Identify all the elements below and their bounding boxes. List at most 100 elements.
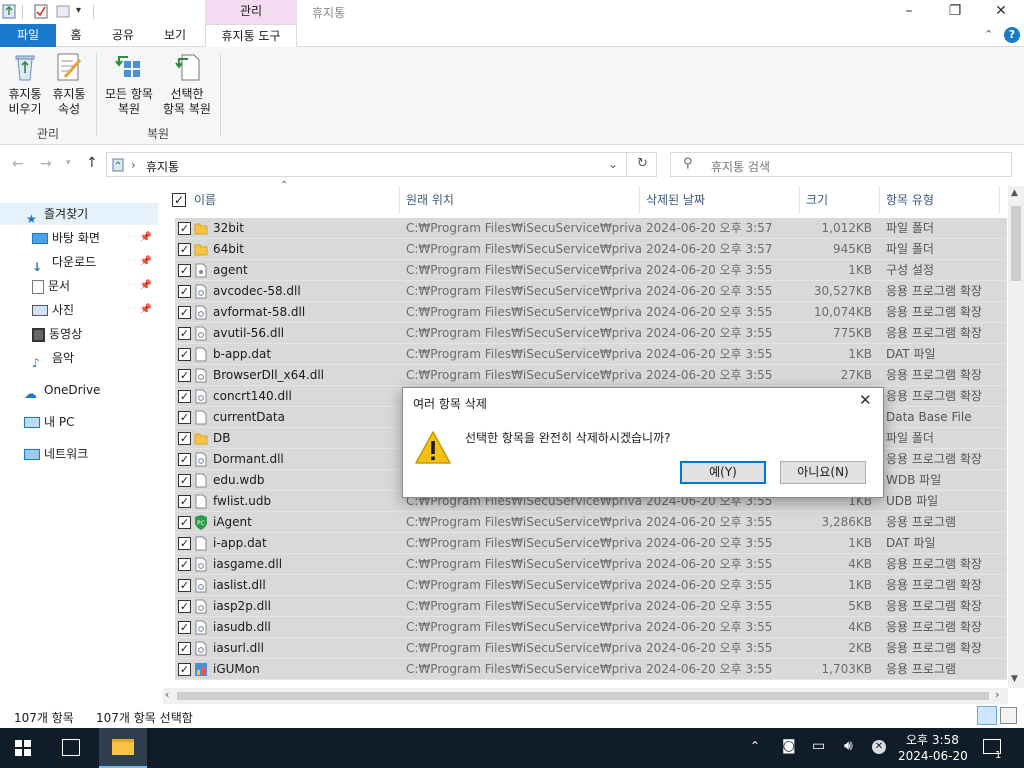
close-icon[interactable]: ✕ bbox=[978, 0, 1024, 24]
show-hidden-icons-icon[interactable]: ⌃ bbox=[750, 739, 760, 753]
table-row[interactable]: ✓ iaslist.dll C:₩Program Files₩iSecuServic… bbox=[175, 575, 1007, 596]
nav-documents[interactable]: 문서 📌 bbox=[0, 275, 158, 297]
row-checkbox[interactable]: ✓ bbox=[178, 411, 191, 424]
select-all-checkbox[interactable]: ✓ bbox=[172, 193, 186, 207]
table-row[interactable]: ✓ iasurl.dll C:₩Program Files₩iSecuService… bbox=[175, 638, 1007, 659]
column-original-location[interactable]: 원래 위치 bbox=[400, 186, 640, 214]
table-row[interactable]: ✓ BrowserDll_x64.dll C:₩Program Files₩iSec… bbox=[175, 365, 1007, 386]
table-row[interactable]: ✓ 64bit C:₩Program Files₩iSecuService₩priv… bbox=[175, 239, 1007, 260]
column-size[interactable]: 크기 bbox=[800, 186, 880, 214]
new-folder-quick-icon[interactable] bbox=[56, 4, 70, 19]
clock-date[interactable]: 2024-06-20 bbox=[898, 749, 968, 763]
forward-arrow-icon[interactable]: → bbox=[40, 156, 52, 172]
row-checkbox[interactable]: ✓ bbox=[178, 264, 191, 277]
no-button[interactable]: 아니요(N) bbox=[780, 461, 866, 484]
up-arrow-icon[interactable]: ↑ bbox=[86, 155, 98, 171]
nav-onedrive[interactable]: ☁ OneDrive bbox=[0, 379, 158, 402]
table-row[interactable]: ✓ agent C:₩Program Files₩iSecuService₩priv… bbox=[175, 260, 1007, 281]
row-checkbox[interactable]: ✓ bbox=[178, 579, 191, 592]
table-row[interactable]: ✓ b-app.dat C:₩Program Files₩iSecuService₩… bbox=[175, 344, 1007, 365]
collapse-ribbon-icon[interactable]: ⌃ bbox=[984, 28, 993, 41]
table-row[interactable]: ✓ 32bit C:₩Program Files₩iSecuService₩priv… bbox=[175, 218, 1007, 239]
horizontal-scrollbar[interactable]: ‹ › bbox=[163, 688, 1008, 704]
nav-downloads[interactable]: ↓ 다운로드 📌 bbox=[0, 251, 158, 274]
scroll-left-icon[interactable]: ‹ bbox=[165, 688, 169, 701]
table-row[interactable]: ✓ avformat-58.dll C:₩Program Files₩iSecuSe… bbox=[175, 302, 1007, 323]
tab-recycle-bin-tools[interactable]: 휴지통 도구 bbox=[205, 24, 297, 48]
pin-icon[interactable]: 📌 bbox=[140, 299, 152, 321]
row-checkbox[interactable]: ✓ bbox=[178, 600, 191, 613]
tab-file[interactable]: 파일 bbox=[0, 24, 56, 47]
table-row[interactable]: ✓ iGUMon C:₩Program Files₩iSecuService₩pri… bbox=[175, 659, 1007, 680]
pin-icon[interactable]: 📌 bbox=[140, 251, 152, 273]
row-checkbox[interactable]: ✓ bbox=[178, 432, 191, 445]
scroll-up-icon[interactable]: ▲ bbox=[1011, 188, 1018, 198]
table-row[interactable]: ✓ PC iAgent C:₩Program Files₩iSecuService₩p… bbox=[175, 512, 1007, 533]
vertical-scroll-thumb[interactable] bbox=[1011, 206, 1021, 281]
pin-icon[interactable]: 📌 bbox=[140, 227, 152, 249]
quick-access-dropdown-icon[interactable]: ▾ bbox=[76, 5, 81, 16]
row-checkbox[interactable]: ✓ bbox=[178, 663, 191, 676]
clock-time[interactable]: 오후 3:58 bbox=[906, 731, 959, 748]
nav-pictures[interactable]: 사진 📌 bbox=[0, 299, 158, 321]
row-checkbox[interactable]: ✓ bbox=[178, 537, 191, 550]
scroll-right-icon[interactable]: › bbox=[995, 688, 999, 701]
properties-quick-icon[interactable] bbox=[34, 4, 48, 19]
row-checkbox[interactable]: ✓ bbox=[178, 642, 191, 655]
tab-share[interactable]: 공유 bbox=[100, 24, 146, 47]
volume-icon[interactable]: 🔊︎ bbox=[844, 738, 853, 754]
column-item-type[interactable]: 항목 유형 bbox=[880, 186, 1000, 214]
row-checkbox[interactable]: ✓ bbox=[178, 285, 191, 298]
nav-quick-access[interactable]: ★ 즐겨찾기 bbox=[0, 203, 158, 226]
network-status-icon[interactable]: ▭ bbox=[812, 738, 825, 754]
tab-home[interactable]: 홈 bbox=[58, 24, 94, 47]
table-row[interactable]: ✓ iasp2p.dll C:₩Program Files₩iSecuService… bbox=[175, 596, 1007, 617]
camera-icon[interactable]: ◙ bbox=[782, 738, 796, 754]
column-name[interactable]: 이름 bbox=[188, 186, 400, 214]
nav-music[interactable]: ♪ 음악 bbox=[0, 347, 158, 370]
row-checkbox[interactable]: ✓ bbox=[178, 453, 191, 466]
nav-desktop[interactable]: 바탕 화면 📌 bbox=[0, 227, 158, 249]
mute-status-icon[interactable]: ✕ bbox=[872, 740, 886, 754]
back-arrow-icon[interactable]: ← bbox=[12, 156, 24, 172]
yes-button[interactable]: 예(Y) bbox=[680, 461, 766, 484]
table-row[interactable]: ✓ iasudb.dll C:₩Program Files₩iSecuService… bbox=[175, 617, 1007, 638]
table-row[interactable]: ✓ avcodec-58.dll C:₩Program Files₩iSecuSer… bbox=[175, 281, 1007, 302]
search-input[interactable]: ⚲ 휴지통 검색 bbox=[670, 152, 1012, 177]
table-row[interactable]: ✓ i-app.dat C:₩Program Files₩iSecuService₩… bbox=[175, 533, 1007, 554]
details-view-icon[interactable] bbox=[977, 706, 997, 725]
recycle-bin-properties-button[interactable]: 휴지통 속성 bbox=[48, 51, 90, 117]
address-dropdown-icon[interactable]: ⌄ bbox=[608, 157, 618, 171]
nav-videos[interactable]: 동영상 bbox=[0, 323, 158, 345]
empty-recycle-bin-button[interactable]: 휴지통 비우기 bbox=[4, 51, 46, 117]
pin-icon[interactable]: 📌 bbox=[140, 275, 152, 297]
dialog-close-icon[interactable]: ✕ bbox=[859, 391, 872, 409]
table-row[interactable]: ✓ iasgame.dll C:₩Program Files₩iSecuServic… bbox=[175, 554, 1007, 575]
row-checkbox[interactable]: ✓ bbox=[178, 243, 191, 256]
row-checkbox[interactable]: ✓ bbox=[178, 516, 191, 529]
help-icon[interactable]: ? bbox=[1004, 27, 1020, 43]
scroll-down-icon[interactable]: ▼ bbox=[1011, 674, 1018, 684]
row-checkbox[interactable]: ✓ bbox=[178, 621, 191, 634]
row-checkbox[interactable]: ✓ bbox=[178, 348, 191, 361]
task-view-icon[interactable] bbox=[62, 739, 80, 756]
manage-context-tab[interactable]: 관리 bbox=[205, 0, 297, 24]
row-checkbox[interactable]: ✓ bbox=[178, 558, 191, 571]
restore-selected-items-button[interactable]: 선택한 항목 복원 bbox=[158, 51, 216, 117]
row-checkbox[interactable]: ✓ bbox=[178, 306, 191, 319]
address-field[interactable]: › 휴지통 ⌄ ↻ bbox=[106, 152, 657, 177]
nav-this-pc[interactable]: 내 PC bbox=[0, 411, 158, 433]
maximize-icon[interactable]: ❐ bbox=[932, 0, 978, 24]
recent-locations-icon[interactable]: ▾ bbox=[66, 158, 71, 168]
vertical-scrollbar[interactable]: ▲ ▼ bbox=[1008, 186, 1024, 688]
restore-all-items-button[interactable]: 모든 항목 복원 bbox=[100, 51, 158, 117]
refresh-icon[interactable]: ↻ bbox=[637, 156, 648, 171]
row-checkbox[interactable]: ✓ bbox=[178, 474, 191, 487]
large-icons-view-icon[interactable] bbox=[1000, 707, 1017, 724]
windows-start-icon[interactable] bbox=[15, 740, 31, 756]
row-checkbox[interactable]: ✓ bbox=[178, 369, 191, 382]
row-checkbox[interactable]: ✓ bbox=[178, 222, 191, 235]
table-row[interactable]: ✓ avutil-56.dll C:₩Program Files₩iSecuServ… bbox=[175, 323, 1007, 344]
horizontal-scroll-thumb[interactable] bbox=[177, 692, 989, 700]
minimize-icon[interactable]: – bbox=[886, 0, 932, 24]
